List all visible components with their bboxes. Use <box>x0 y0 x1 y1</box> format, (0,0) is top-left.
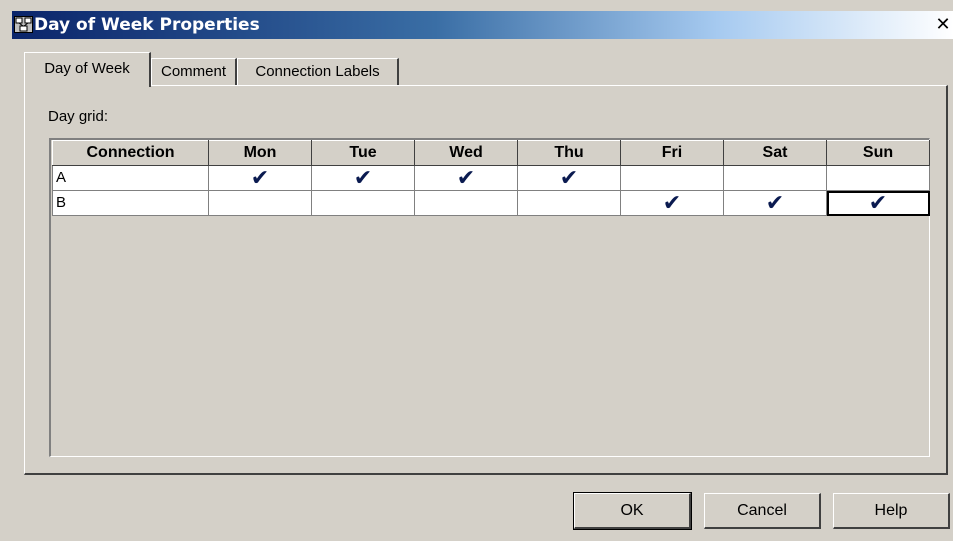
checkmark-icon: ✔ <box>662 190 682 215</box>
title-bar[interactable]: Day of Week Properties ✕ <box>12 11 953 39</box>
column-header-sat[interactable]: Sat <box>723 140 827 166</box>
day-cell-sun[interactable] <box>826 165 930 191</box>
day-cell-tue[interactable]: ✔ <box>311 165 415 191</box>
day-cell-mon[interactable] <box>208 190 312 216</box>
day-cell-thu[interactable] <box>517 190 621 216</box>
day-grid-label: Day grid: <box>48 108 109 125</box>
day-cell-wed[interactable]: ✔ <box>414 165 518 191</box>
properties-dialog: Day of Week Properties ✕ Day of Week Com… <box>0 0 953 541</box>
day-cell-sun[interactable]: ✔ <box>826 190 930 216</box>
column-header-fri[interactable]: Fri <box>620 140 724 166</box>
window-title: Day of Week Properties <box>34 15 260 35</box>
connection-name-cell[interactable]: A <box>52 165 209 191</box>
connection-name-cell[interactable]: B <box>52 190 209 216</box>
column-header-thu[interactable]: Thu <box>517 140 621 166</box>
checkmark-icon: ✔ <box>765 190 785 215</box>
checkmark-icon: ✔ <box>559 165 579 190</box>
day-cell-wed[interactable] <box>414 190 518 216</box>
tab-comment[interactable]: Comment <box>151 58 237 85</box>
checkmark-icon: ✔ <box>353 165 373 190</box>
day-cell-fri[interactable] <box>620 165 724 191</box>
day-grid: Connection Mon Tue Wed Thu Fri Sat Sun A… <box>52 140 930 216</box>
column-header-mon[interactable]: Mon <box>208 140 312 166</box>
table-row: B ✔ ✔ ✔ <box>52 190 930 216</box>
column-header-wed[interactable]: Wed <box>414 140 518 166</box>
column-header-tue[interactable]: Tue <box>311 140 415 166</box>
help-button[interactable]: Help <box>833 493 950 529</box>
grid-header-row: Connection Mon Tue Wed Thu Fri Sat Sun <box>52 140 930 166</box>
column-header-sun[interactable]: Sun <box>826 140 930 166</box>
day-cell-tue[interactable] <box>311 190 415 216</box>
ok-button[interactable]: OK <box>573 492 692 530</box>
table-row: A ✔ ✔ ✔ ✔ <box>52 165 930 191</box>
cancel-button[interactable]: Cancel <box>704 493 821 529</box>
tab-connection-labels[interactable]: Connection Labels <box>237 58 399 85</box>
network-icon <box>14 16 33 33</box>
checkmark-icon: ✔ <box>868 190 888 215</box>
day-cell-fri[interactable]: ✔ <box>620 190 724 216</box>
day-cell-sat[interactable] <box>723 165 827 191</box>
day-cell-sat[interactable]: ✔ <box>723 190 827 216</box>
day-cell-thu[interactable]: ✔ <box>517 165 621 191</box>
day-cell-mon[interactable]: ✔ <box>208 165 312 191</box>
checkmark-icon: ✔ <box>456 165 476 190</box>
column-header-connection[interactable]: Connection <box>52 140 209 166</box>
close-icon[interactable]: ✕ <box>934 16 952 34</box>
tab-day-of-week[interactable]: Day of Week <box>24 52 151 87</box>
checkmark-icon: ✔ <box>250 165 270 190</box>
